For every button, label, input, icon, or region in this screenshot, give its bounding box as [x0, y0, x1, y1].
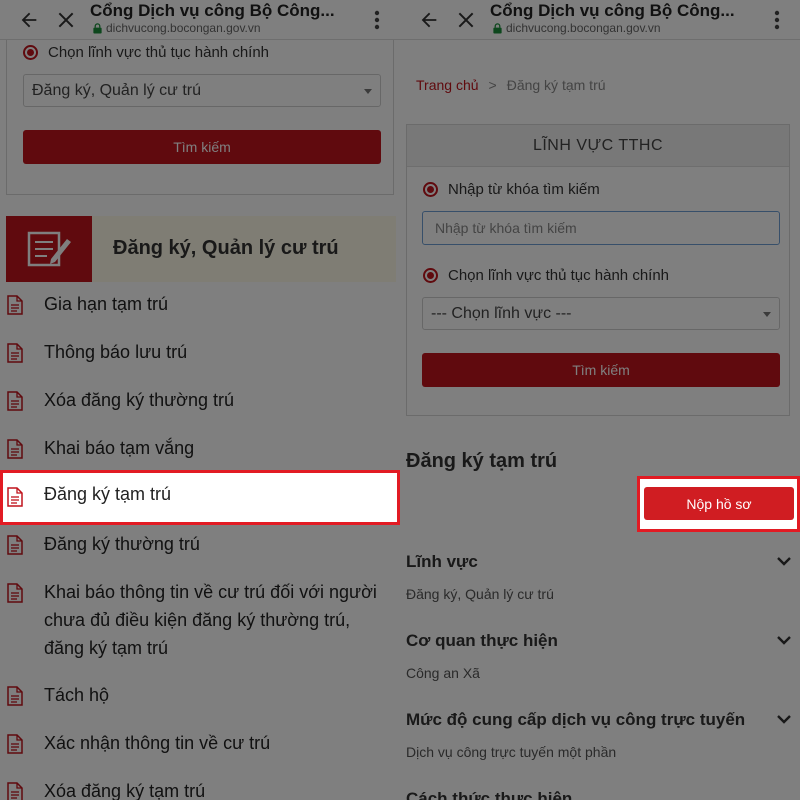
document-icon	[7, 782, 23, 800]
card-title: LĨNH VỰC TTHC	[407, 125, 789, 167]
breadcrumb-home-link[interactable]: Trang chủ	[416, 77, 479, 93]
search-button[interactable]: Tìm kiếm	[23, 130, 381, 164]
document-icon	[7, 535, 23, 555]
highlighted-procedure-item[interactable]: Đăng ký tạm trú	[0, 470, 400, 525]
procedure-label: Đăng ký thường trú	[44, 534, 200, 554]
url-bar[interactable]: dichvucong.bocongan.gov.vn	[92, 21, 261, 35]
document-icon	[7, 295, 23, 315]
procedure-heading: Đăng ký tạm trú	[406, 450, 558, 472]
lock-icon	[93, 22, 102, 34]
document-icon	[7, 439, 23, 459]
keyword-radio[interactable]: Nhập từ khóa tìm kiếm	[423, 181, 600, 198]
submit-highlight: Nộp hồ sơ	[637, 476, 800, 532]
keyword-radio-label: Nhập từ khóa tìm kiếm	[448, 181, 600, 198]
back-arrow-icon[interactable]	[16, 7, 42, 33]
document-icon	[7, 343, 23, 363]
radio-selected-icon	[423, 268, 438, 283]
category-header: Đăng ký, Quản lý cư trú	[6, 216, 396, 282]
close-icon[interactable]	[453, 7, 479, 33]
url-text: dichvucong.bocongan.gov.vn	[506, 21, 661, 35]
right-screen: Cổng Dịch vụ công Bộ Công... dichvucong.…	[400, 0, 800, 800]
edit-form-icon	[6, 216, 92, 282]
breadcrumb-current: Đăng ký tạm trú	[506, 77, 606, 93]
left-screen: Cổng Dịch vụ công Bộ Công... dichvucong.…	[0, 0, 400, 800]
caret-down-icon	[763, 312, 771, 317]
highlighted-procedure-label: Đăng ký tạm trú	[44, 484, 172, 504]
browser-toolbar: Cổng Dịch vụ công Bộ Công... dichvucong.…	[0, 0, 400, 40]
procedure-label: Khai báo tạm vắng	[44, 438, 195, 458]
procedure-label: Xác nhận thông tin về cư trú	[44, 733, 271, 753]
procedure-label: Khai báo thông tin về cư trú đối với ngư…	[44, 582, 377, 658]
keyword-placeholder: Nhập từ khóa tìm kiếm	[435, 220, 577, 236]
section-title: Cách thức thực hiện	[406, 789, 573, 800]
document-icon	[7, 391, 23, 411]
procedure-label: Xóa đăng ký tạm trú	[44, 781, 206, 800]
procedure-label: Tách hộ	[44, 685, 110, 705]
more-vert-icon[interactable]	[364, 7, 390, 33]
field-select-value: Đăng ký, Quản lý cư trú	[32, 81, 201, 99]
field-select[interactable]: --- Chọn lĩnh vực ---	[422, 297, 780, 330]
more-vert-icon[interactable]	[764, 7, 790, 33]
keyword-input[interactable]: Nhập từ khóa tìm kiếm	[422, 211, 780, 245]
document-icon	[7, 686, 23, 706]
document-icon	[7, 734, 23, 754]
procedure-label: Thông báo lưu trú	[44, 342, 188, 362]
radio-selected-icon	[23, 45, 38, 60]
search-card: Chọn lĩnh vực thủ tục hành chính Đăng ký…	[6, 20, 394, 195]
chevron-down-icon[interactable]	[776, 554, 792, 566]
field-radio[interactable]: Chọn lĩnh vực thủ tục hành chính	[23, 44, 269, 61]
page-title: Cổng Dịch vụ công Bộ Công...	[490, 1, 735, 20]
submit-application-button[interactable]: Nộp hồ sơ	[644, 487, 794, 520]
section-title: Cơ quan thực hiện	[406, 631, 558, 650]
back-arrow-icon[interactable]	[416, 7, 442, 33]
caret-down-icon	[364, 89, 372, 94]
field-select-value: --- Chọn lĩnh vực ---	[431, 304, 572, 322]
field-radio[interactable]: Chọn lĩnh vực thủ tục hành chính	[423, 267, 669, 284]
page-title: Cổng Dịch vụ công Bộ Công...	[90, 1, 335, 20]
chevron-down-icon[interactable]	[776, 633, 792, 645]
section-title: Mức độ cung cấp dịch vụ công trực tuyến	[406, 710, 746, 729]
url-text: dichvucong.bocongan.gov.vn	[106, 21, 261, 35]
procedure-label: Xóa đăng ký thường trú	[44, 390, 234, 410]
chevron-down-icon[interactable]	[776, 712, 792, 724]
category-title: Đăng ký, Quản lý cư trú	[113, 237, 339, 259]
procedure-label: Gia hạn tạm trú	[44, 294, 169, 314]
document-icon	[7, 583, 23, 603]
document-icon	[7, 487, 23, 507]
lock-icon	[493, 22, 502, 34]
breadcrumb-separator: >	[488, 77, 497, 93]
tthc-filter-card: LĨNH VỰC TTHC Nhập từ khóa tìm kiếm Nhập…	[406, 124, 790, 416]
section-value: Đăng ký, Quản lý cư trú	[406, 586, 554, 602]
url-bar[interactable]: dichvucong.bocongan.gov.vn	[492, 21, 661, 35]
breadcrumb: Trang chủ > Đăng ký tạm trú	[416, 77, 606, 93]
radio-selected-icon	[423, 182, 438, 197]
close-icon[interactable]	[53, 7, 79, 33]
section-title: Lĩnh vực	[406, 552, 478, 571]
field-radio-label: Chọn lĩnh vực thủ tục hành chính	[48, 44, 270, 61]
section-value: Dịch vụ công trực tuyến một phần	[406, 744, 617, 760]
field-select[interactable]: Đăng ký, Quản lý cư trú	[23, 74, 381, 107]
field-radio-label: Chọn lĩnh vực thủ tục hành chính	[448, 267, 670, 284]
browser-toolbar: Cổng Dịch vụ công Bộ Công... dichvucong.…	[400, 0, 800, 40]
search-button[interactable]: Tìm kiếm	[422, 353, 780, 387]
section-value: Công an Xã	[406, 665, 480, 681]
